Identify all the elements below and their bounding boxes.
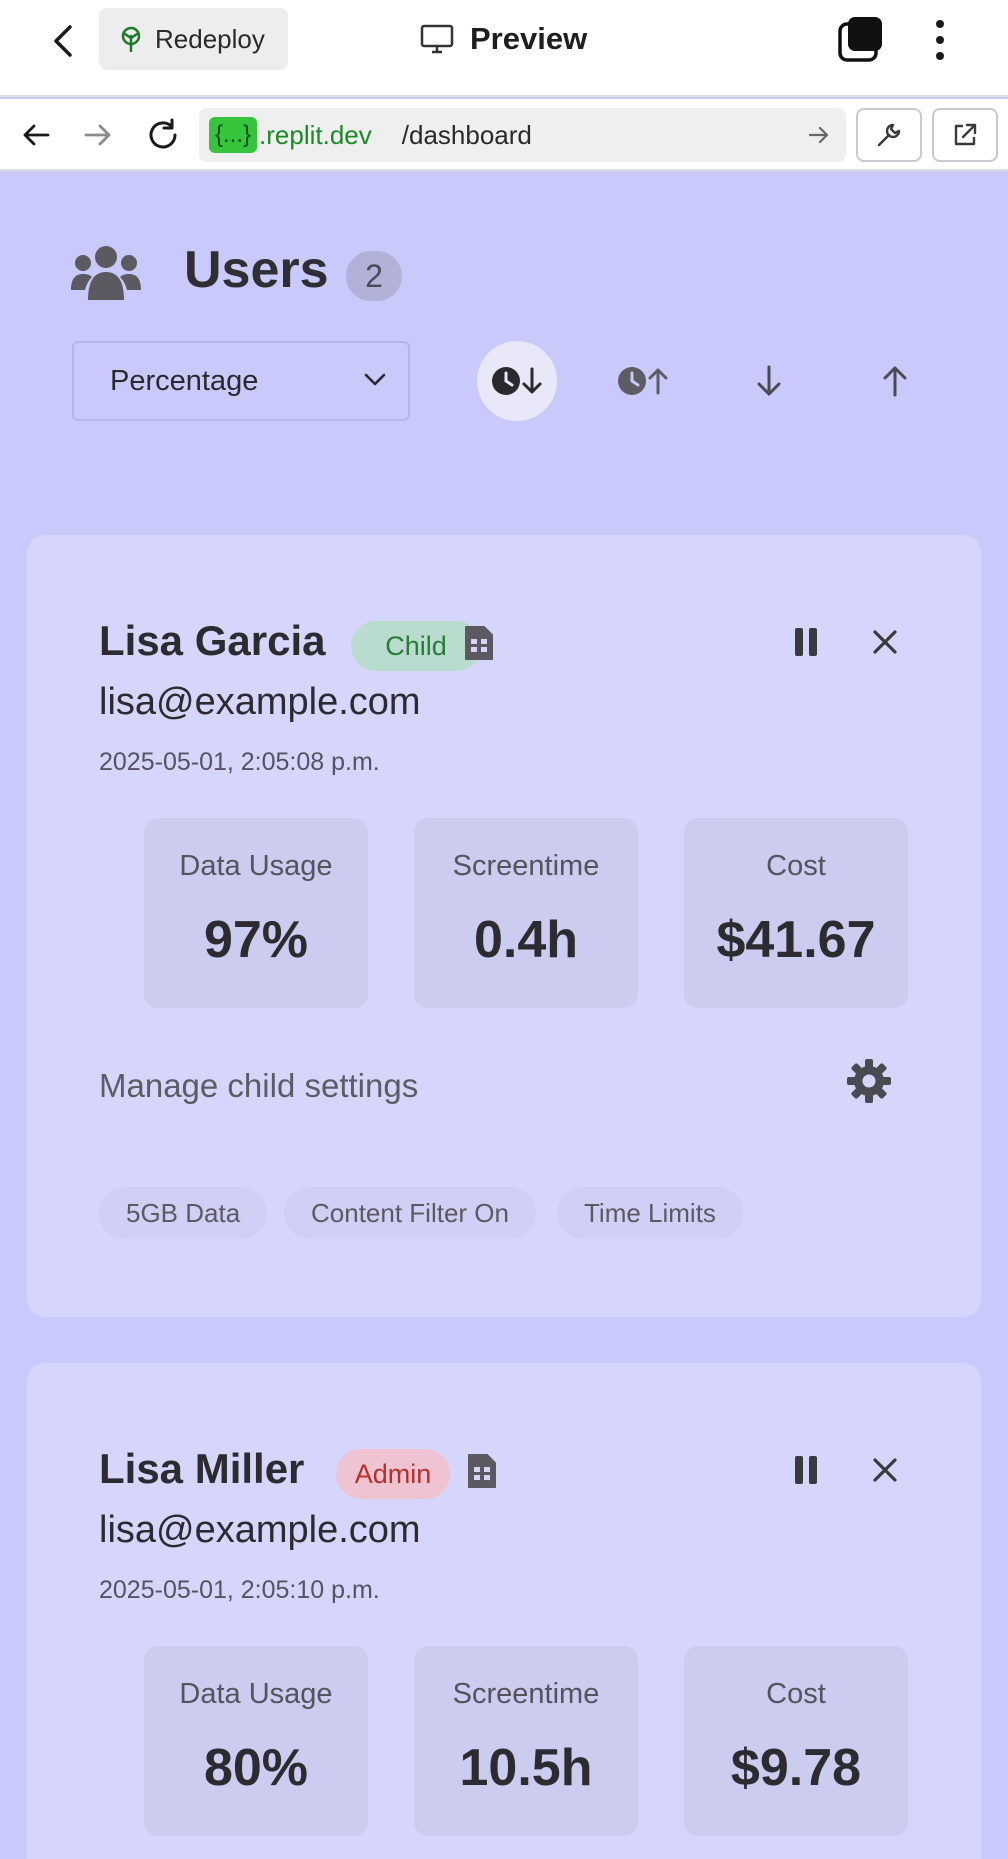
sim-card-icon	[468, 1454, 496, 1488]
open-external-button[interactable]	[932, 108, 998, 162]
gear-icon[interactable]	[845, 1057, 893, 1105]
pause-bar	[795, 628, 803, 656]
user-name: Lisa Miller	[99, 1445, 305, 1492]
feature-tag: Content Filter On	[284, 1187, 536, 1239]
kebab-dot	[936, 20, 944, 28]
sort-oldest-button[interactable]	[603, 341, 683, 421]
user-timestamp: 2025-05-01, 2:05:08 p.m.	[99, 748, 380, 776]
stat-cost: Cost $9.78	[684, 1646, 908, 1836]
reload-button[interactable]	[141, 113, 185, 157]
url-go-button[interactable]	[804, 120, 834, 150]
stat-value: 0.4h	[473, 911, 579, 969]
stat-label: Screentime	[452, 1678, 600, 1710]
feature-tag: 5GB Data	[99, 1187, 268, 1239]
stat-value: 80%	[203, 1739, 309, 1797]
page-title: Users	[184, 241, 329, 299]
user-email: lisa@example.com	[99, 1509, 421, 1551]
tabs-icon	[838, 17, 882, 62]
clock-arrow-up-icon	[618, 367, 668, 395]
chevron-left-icon	[54, 25, 72, 57]
stat-label: Screentime	[452, 850, 600, 882]
monitor-icon	[420, 24, 454, 54]
user-name: Lisa Garcia	[99, 617, 326, 664]
stat-value: 97%	[203, 911, 309, 969]
stat-screentime: Screentime 0.4h	[414, 818, 638, 1008]
kebab-dot	[936, 52, 944, 60]
user-card: Lisa Miller Admin lisa@example.com 2025-…	[27, 1363, 981, 1859]
close-icon	[873, 630, 897, 654]
sort-newest-button[interactable]	[477, 341, 557, 421]
pause-bar	[795, 1456, 803, 1484]
wrench-icon	[877, 123, 901, 147]
pause-bar	[809, 1456, 817, 1484]
chevron-down-icon	[364, 373, 386, 386]
clock-arrow-down-icon	[492, 367, 542, 395]
app-top-bar: Redeploy Preview	[0, 0, 1008, 97]
devtools-button[interactable]	[856, 108, 922, 162]
kebab-dot	[936, 36, 944, 44]
stat-label: Data Usage	[179, 850, 333, 882]
deploy-icon	[121, 26, 141, 52]
preview-tab[interactable]: Preview	[420, 14, 587, 64]
url-path: /dashboard	[401, 119, 532, 150]
arrow-right-icon	[808, 126, 829, 144]
close-icon	[873, 1458, 897, 1482]
sort-ascending-button[interactable]	[855, 341, 935, 421]
url-domain: .replit.dev	[259, 119, 372, 150]
stat-value: $9.78	[730, 1739, 862, 1797]
pause-button[interactable]	[786, 1450, 826, 1490]
user-email: lisa@example.com	[99, 681, 421, 723]
browser-back-button[interactable]	[14, 113, 58, 157]
stat-cost: Cost $41.67	[684, 818, 908, 1008]
sort-descending-button[interactable]	[729, 341, 809, 421]
remove-user-button[interactable]	[865, 1450, 905, 1490]
sort-by-select[interactable]: Percentage	[72, 341, 410, 421]
user-timestamp: 2025-05-01, 2:05:10 p.m.	[99, 1576, 380, 1604]
user-card: Lisa Garcia Child lisa@example.com 2025-…	[27, 535, 981, 1317]
arrow-right-icon	[84, 124, 111, 146]
role-badge: Child	[351, 621, 481, 671]
browser-bar: {...} .replit.dev /dashboard	[0, 99, 1008, 171]
stat-value: 10.5h	[459, 1739, 593, 1797]
stat-data-usage: Data Usage 97%	[144, 818, 368, 1008]
role-badge: Admin	[336, 1449, 450, 1499]
stat-data-usage: Data Usage 80%	[144, 1646, 368, 1836]
pause-bar	[809, 628, 817, 656]
remove-user-button[interactable]	[865, 622, 905, 662]
external-link-icon	[954, 123, 977, 146]
browser-forward-button[interactable]	[76, 113, 120, 157]
arrow-down-icon	[757, 365, 781, 396]
sim-card-icon	[465, 626, 493, 660]
back-button[interactable]	[40, 18, 86, 64]
redeploy-button[interactable]: Redeploy	[99, 8, 288, 70]
stat-label: Cost	[766, 1678, 826, 1710]
stat-value: $41.67	[716, 911, 876, 969]
users-icon	[71, 246, 141, 300]
pause-button[interactable]	[786, 622, 826, 662]
sort-by-value: Percentage	[110, 364, 259, 397]
stat-label: Cost	[766, 850, 826, 882]
tabs-switcher-button[interactable]	[836, 14, 886, 64]
arrow-left-icon	[23, 124, 50, 146]
url-chip: {...}	[209, 117, 258, 153]
manage-child-settings-label: Manage child settings	[99, 1067, 419, 1104]
redeploy-label: Redeploy	[155, 23, 265, 54]
stat-screentime: Screentime 10.5h	[414, 1646, 638, 1836]
user-count-badge: 2	[346, 251, 402, 301]
stat-label: Data Usage	[179, 1678, 333, 1710]
preview-label: Preview	[470, 21, 588, 56]
url-field[interactable]: {...} .replit.dev /dashboard	[199, 108, 846, 162]
more-options-button[interactable]	[920, 14, 960, 66]
arrow-up-icon	[883, 366, 907, 397]
feature-tag: Time Limits	[557, 1187, 743, 1239]
reload-icon	[149, 118, 177, 149]
